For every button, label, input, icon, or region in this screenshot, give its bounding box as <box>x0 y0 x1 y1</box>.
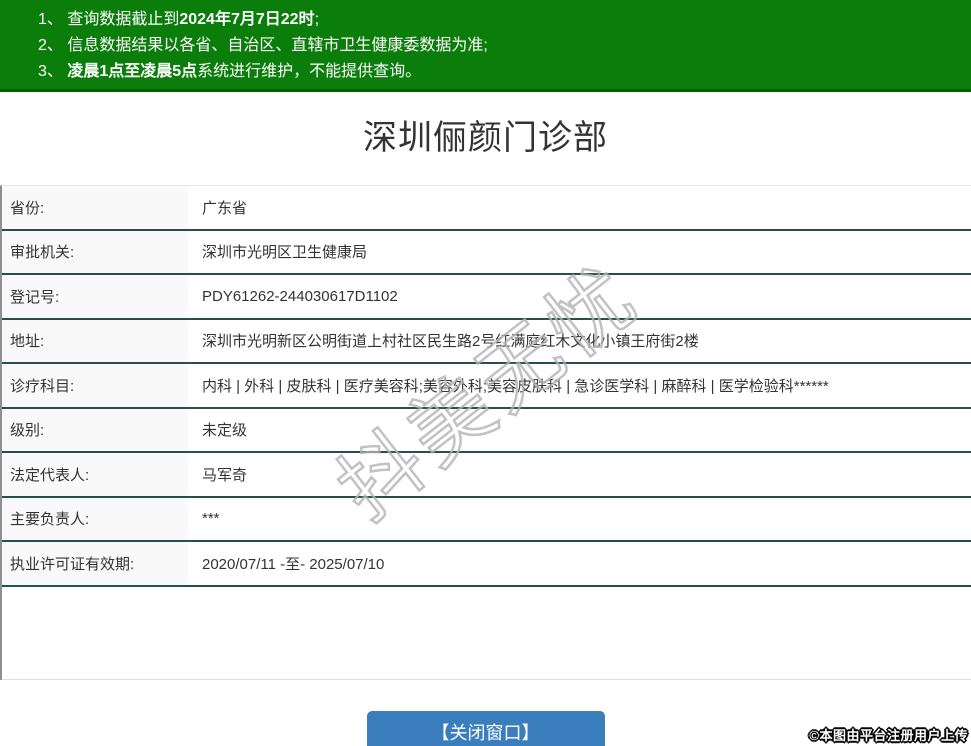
row-label: 省份: <box>2 186 188 229</box>
notice-3-text: 3、 <box>38 63 68 80</box>
notice-line-2: 2、 信息数据结果以各省、自治区、直辖市卫生健康委数据为准; <box>38 33 961 59</box>
row-value: 2020/07/11 -至- 2025/07/10 <box>202 555 385 573</box>
table-row-registration-number: 登记号: PDY61262-244030617D1102 <box>2 275 971 320</box>
table-row-legal-representative: 法定代表人: 马军奇 <box>2 453 971 498</box>
table-row-address: 地址: 深圳市光明新区公明街道上村社区民生路2号红满庭红木文化小镇王府街2楼 <box>2 319 971 364</box>
table-row-person-in-charge: 主要负责人: *** <box>2 497 971 542</box>
info-table: 省份: 广东省 审批机关: 深圳市光明区卫生健康局 登记号: PDY61262-… <box>0 185 971 680</box>
row-value: *** <box>202 510 220 528</box>
row-label: 登记号: <box>2 275 188 318</box>
table-row-approval-authority: 审批机关: 深圳市光明区卫生健康局 <box>2 230 971 275</box>
notice-bar: 1、 查询数据截止到2024年7月7日22时; 2、 信息数据结果以各省、自治区… <box>0 0 971 92</box>
row-value: 深圳市光明区卫生健康局 <box>202 244 368 262</box>
query-result-page: 1、 查询数据截止到2024年7月7日22时; 2、 信息数据结果以各省、自治区… <box>0 0 971 746</box>
notice-1-text: 1、 查询数据截止到 <box>38 11 180 28</box>
row-label: 地址: <box>2 319 188 362</box>
attribution-badge: ©本图由平台注册用户上传 <box>809 728 968 743</box>
row-value: 马军奇 <box>202 466 248 484</box>
row-label: 主要负责人: <box>2 497 188 540</box>
table-row-province: 省份: 广东省 <box>2 186 971 231</box>
row-label: 执业许可证有效期: <box>2 542 188 585</box>
page-title: 深圳俪颜门诊部 <box>363 119 608 157</box>
table-row-level: 级别: 未定级 <box>2 408 971 453</box>
notice-line-1: 1、 查询数据截止到2024年7月7日22时; <box>38 7 961 33</box>
table-row-medical-subjects: 诊疗科目: 内科 | 外科 | 皮肤科 | 医疗美容科;美容外科;美容皮肤科 |… <box>2 364 971 409</box>
row-value: 未定级 <box>202 422 248 440</box>
row-label: 诊疗科目: <box>2 364 188 407</box>
table-empty-row <box>2 587 971 680</box>
close-window-button[interactable]: 【关闭窗口】 <box>366 711 605 746</box>
row-value: 内科 | 外科 | 皮肤科 | 医疗美容科;美容外科;美容皮肤科 | 急诊医学科… <box>202 377 829 395</box>
row-label: 法定代表人: <box>2 453 188 496</box>
notice-3-bold: 凌晨1点至凌晨5点 <box>67 63 198 80</box>
table-row-license-validity: 执业许可证有效期: 2020/07/11 -至- 2025/07/10 <box>2 542 971 587</box>
row-label: 级别: <box>2 408 188 451</box>
row-value: 广东省 <box>202 199 248 217</box>
row-value: 深圳市光明新区公明街道上村社区民生路2号红满庭红木文化小镇王府街2楼 <box>202 333 699 351</box>
notice-1-suffix: ; <box>314 11 320 28</box>
row-label: 审批机关: <box>2 230 188 273</box>
row-value: PDY61262-244030617D1102 <box>202 287 398 305</box>
notice-line-3: 3、 凌晨1点至凌晨5点系统进行维护，不能提供查询。 <box>38 59 961 85</box>
notice-1-bold: 2024年7月7日22时 <box>179 11 315 28</box>
notice-2-text: 2、 信息数据结果以各省、自治区、直辖市卫生健康委数据为准; <box>38 37 488 54</box>
notice-3-suffix: 系统进行维护，不能提供查询。 <box>197 63 422 80</box>
